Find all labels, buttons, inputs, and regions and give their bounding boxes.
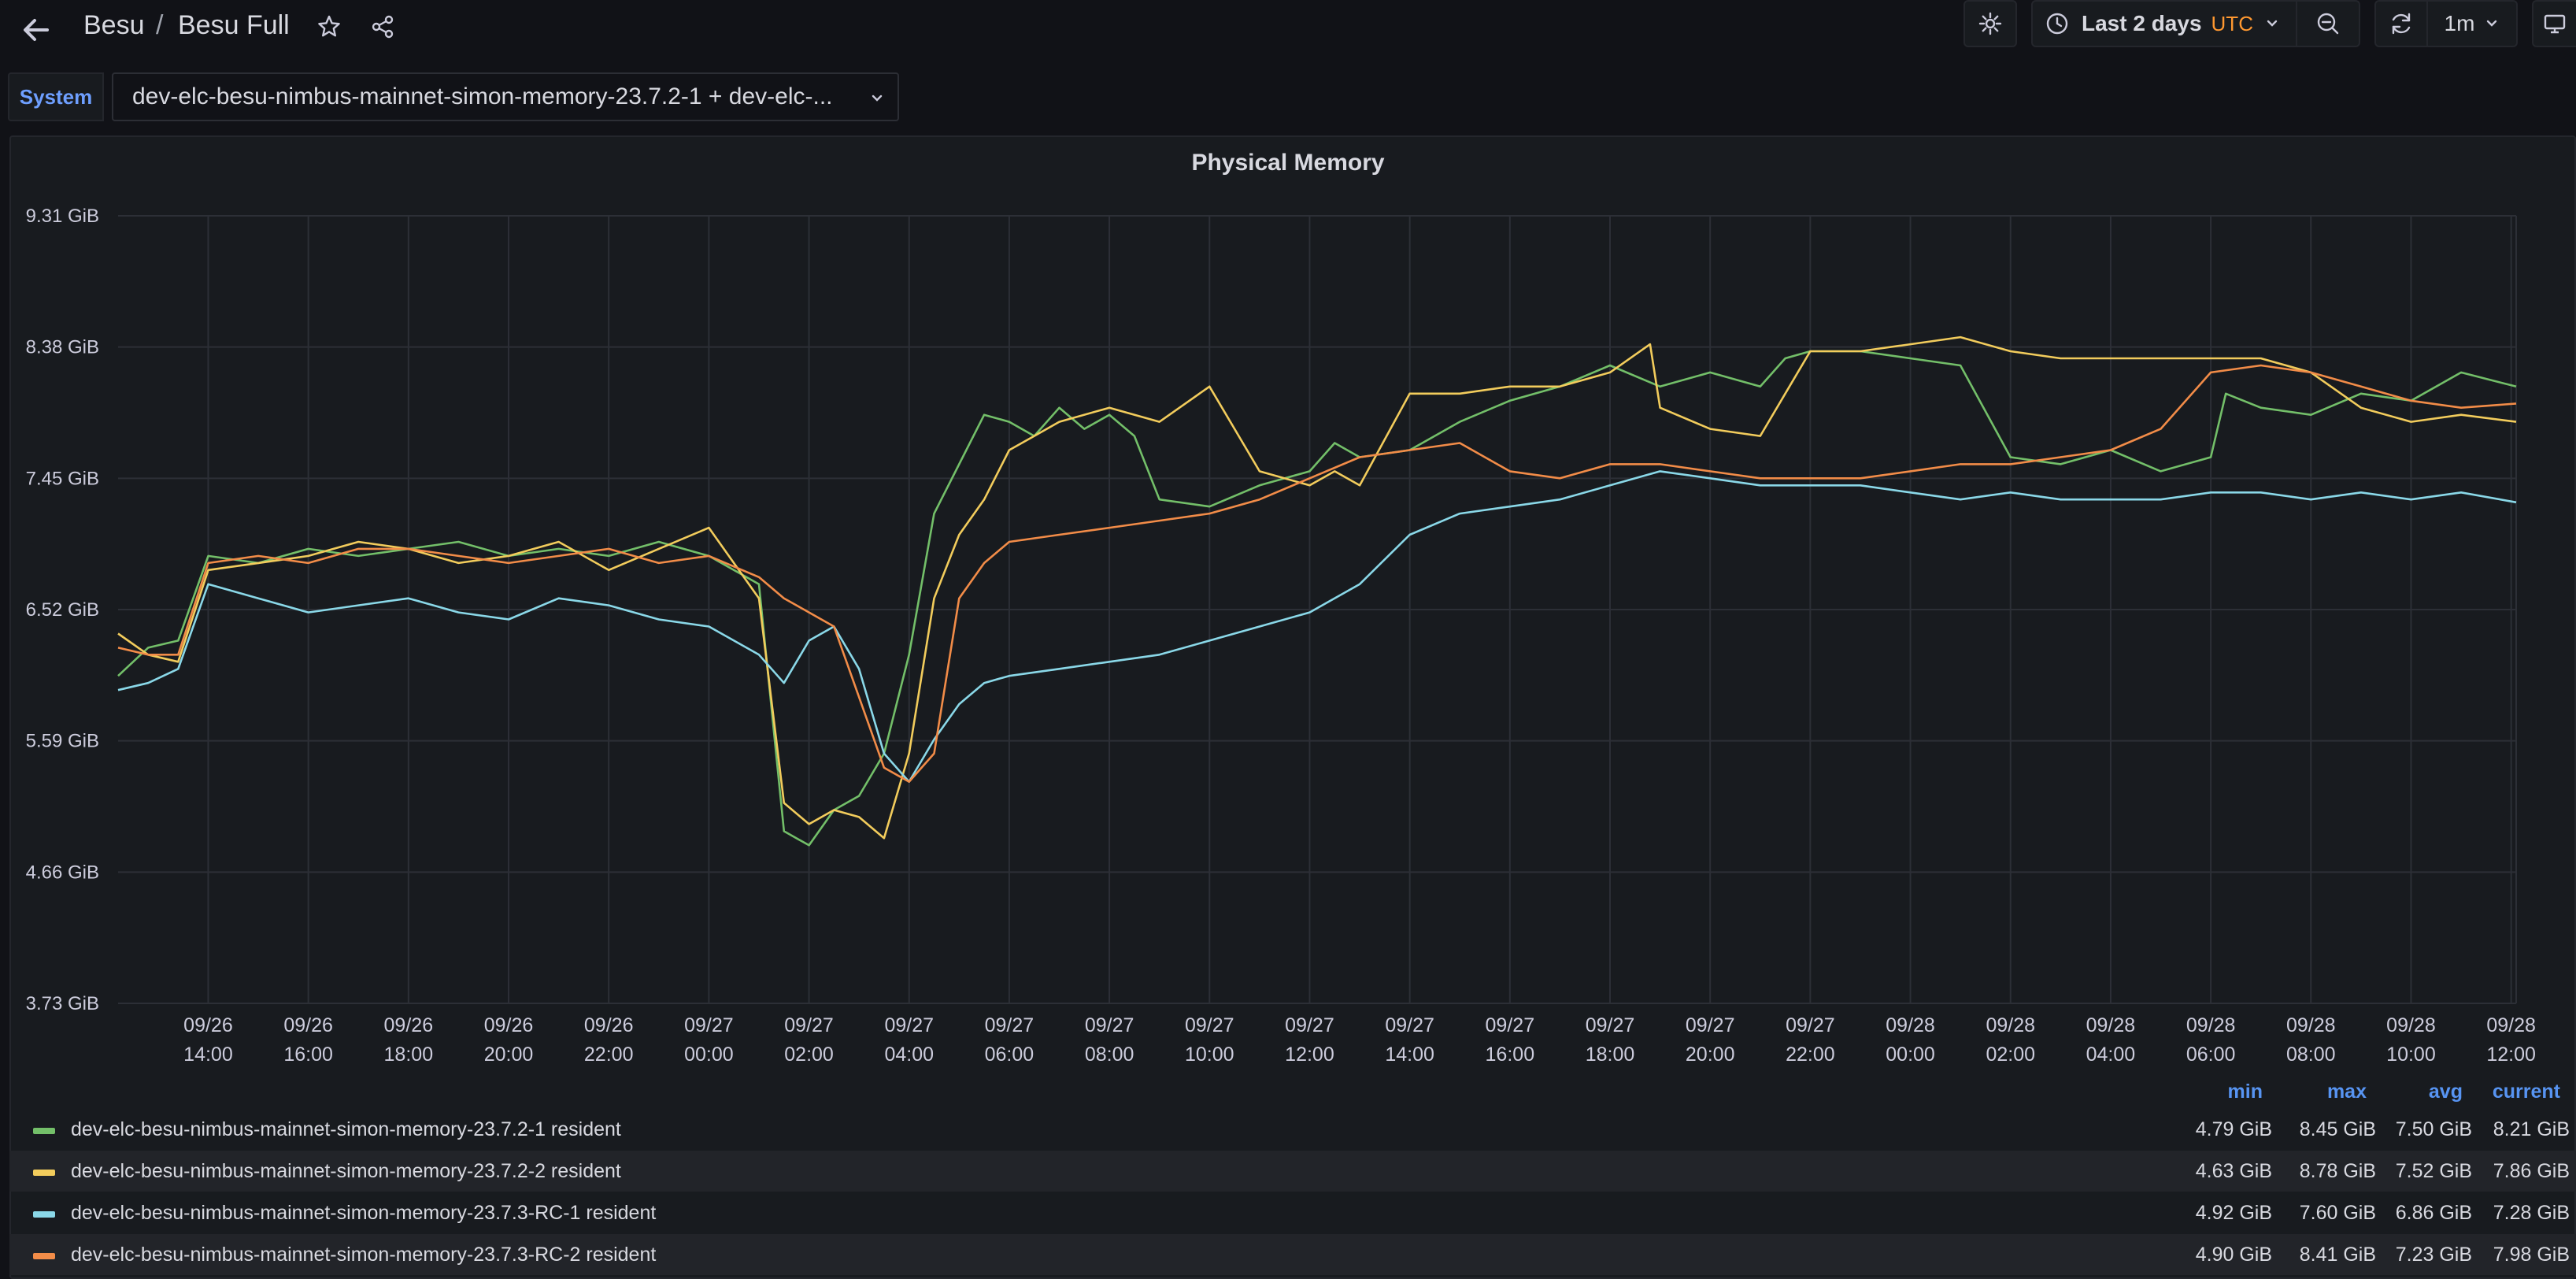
series-line-3[interactable] [117, 470, 2517, 783]
x-tick-date-label: 09/26 [584, 1014, 634, 1036]
x-tick-time-label: 20:00 [484, 1044, 534, 1066]
x-tick-time-label: 20:00 [1686, 1044, 1735, 1066]
x-tick-time-label: 16:00 [1486, 1044, 1535, 1066]
legend-series-name: dev-elc-besu-nimbus-mainnet-simon-memory… [71, 1244, 657, 1266]
legend-value-max: 8.45 GiB [2299, 1118, 2376, 1140]
x-tick-date-label: 09/27 [985, 1014, 1034, 1036]
legend-series-name: dev-elc-besu-nimbus-mainnet-simon-memory… [71, 1202, 657, 1224]
x-tick-date-label: 09/28 [2186, 1014, 2236, 1036]
x-tick-date-label: 09/27 [684, 1014, 734, 1036]
x-tick-time-label: 00:00 [684, 1044, 734, 1066]
x-tick-time-label: 02:00 [784, 1044, 834, 1066]
legend-value-avg: 6.86 GiB [2395, 1202, 2472, 1224]
legend-color-swatch[interactable] [33, 1170, 55, 1176]
legend-value-avg: 7.23 GiB [2395, 1244, 2472, 1266]
legend-value-current: 7.86 GiB [2493, 1160, 2570, 1182]
legend-header-current[interactable]: current [2493, 1081, 2560, 1103]
legend-value-max: 8.78 GiB [2299, 1160, 2376, 1182]
x-tick-time-label: 00:00 [1886, 1044, 1935, 1066]
x-tick-time-label: 16:00 [283, 1044, 333, 1066]
x-tick-date-label: 09/28 [2386, 1014, 2436, 1036]
x-tick-time-label: 08:00 [1085, 1044, 1134, 1066]
x-tick-time-label: 06:00 [985, 1044, 1034, 1066]
x-tick-date-label: 09/26 [384, 1014, 434, 1036]
x-tick-time-label: 12:00 [1285, 1044, 1334, 1066]
y-tick-label: 4.66 GiB [26, 862, 99, 883]
y-tick-label: 7.45 GiB [26, 468, 99, 489]
x-tick-date-label: 09/26 [484, 1014, 534, 1036]
x-tick-time-label: 02:00 [1986, 1044, 2035, 1066]
x-tick-date-label: 09/27 [1786, 1014, 1835, 1036]
legend-value-current: 7.98 GiB [2493, 1244, 2570, 1266]
legend-value-current: 8.21 GiB [2493, 1118, 2570, 1140]
legend-row[interactable]: dev-elc-besu-nimbus-mainnet-simon-memory… [9, 1192, 2576, 1233]
legend-color-swatch[interactable] [33, 1253, 55, 1259]
y-tick-label: 3.73 GiB [26, 993, 99, 1014]
x-tick-date-label: 09/27 [884, 1014, 934, 1036]
legend-value-avg: 7.50 GiB [2395, 1118, 2472, 1140]
x-tick-time-label: 14:00 [1385, 1044, 1434, 1066]
y-tick-label: 9.31 GiB [26, 206, 99, 227]
x-tick-time-label: 18:00 [1586, 1044, 1635, 1066]
y-tick-label: 5.59 GiB [26, 731, 99, 752]
legend-color-swatch[interactable] [33, 1211, 55, 1218]
legend-header-max[interactable]: max [2327, 1081, 2367, 1103]
x-tick-date-label: 09/27 [1285, 1014, 1334, 1036]
x-tick-time-label: 10:00 [1185, 1044, 1234, 1066]
legend-row[interactable]: dev-elc-besu-nimbus-mainnet-simon-memory… [9, 1109, 2576, 1150]
x-tick-date-label: 09/26 [283, 1014, 333, 1036]
x-tick-time-label: 14:00 [183, 1044, 233, 1066]
x-tick-time-label: 04:00 [2086, 1044, 2136, 1066]
y-tick-label: 6.52 GiB [26, 599, 99, 621]
legend-value-min: 4.63 GiB [2195, 1160, 2272, 1182]
legend-series-name: dev-elc-besu-nimbus-mainnet-simon-memory… [71, 1118, 621, 1140]
legend-value-max: 7.60 GiB [2299, 1202, 2376, 1224]
series-line-4[interactable] [117, 364, 2517, 783]
legend-row[interactable]: dev-elc-besu-nimbus-mainnet-simon-memory… [9, 1234, 2576, 1275]
physical-memory-chart[interactable]: 9.31 GiB 8.38 GiB 7.45 GiB 6.52 GiB 5.59 GiB… [0, 0, 2576, 1071]
legend-value-avg: 7.52 GiB [2395, 1160, 2472, 1182]
x-tick-time-label: 04:00 [884, 1044, 934, 1066]
x-tick-date-label: 09/28 [2486, 1014, 2536, 1036]
x-tick-date-label: 09/27 [784, 1014, 834, 1036]
x-tick-time-label: 10:00 [2386, 1044, 2436, 1066]
x-tick-time-label: 08:00 [2286, 1044, 2336, 1066]
x-tick-date-label: 09/27 [1385, 1014, 1434, 1036]
legend-value-min: 4.79 GiB [2195, 1118, 2272, 1140]
legend-row[interactable]: dev-elc-besu-nimbus-mainnet-simon-memory… [9, 1151, 2576, 1192]
x-tick-time-label: 12:00 [2486, 1044, 2536, 1066]
x-tick-date-label: 09/28 [1986, 1014, 2035, 1036]
legend-color-swatch[interactable] [33, 1128, 55, 1134]
legend-header-avg[interactable]: avg [2429, 1081, 2463, 1103]
legend-value-max: 8.41 GiB [2299, 1244, 2376, 1266]
x-tick-date-label: 09/28 [1886, 1014, 1935, 1036]
x-tick-time-label: 22:00 [584, 1044, 634, 1066]
x-tick-date-label: 09/27 [1185, 1014, 1234, 1036]
x-tick-time-label: 06:00 [2186, 1044, 2236, 1066]
x-tick-date-label: 09/27 [1486, 1014, 1535, 1036]
x-tick-time-label: 18:00 [384, 1044, 434, 1066]
x-tick-date-label: 09/28 [2286, 1014, 2336, 1036]
legend-value-min: 4.92 GiB [2195, 1202, 2272, 1224]
x-tick-date-label: 09/27 [1586, 1014, 1635, 1036]
y-tick-label: 8.38 GiB [26, 337, 99, 358]
x-tick-date-label: 09/27 [1686, 1014, 1735, 1036]
series-line-2[interactable] [117, 336, 2517, 840]
x-tick-time-label: 22:00 [1786, 1044, 1835, 1066]
legend-header-min[interactable]: min [2228, 1081, 2263, 1103]
legend-value-min: 4.90 GiB [2195, 1244, 2272, 1266]
legend-value-current: 7.28 GiB [2493, 1202, 2570, 1224]
x-tick-date-label: 09/26 [183, 1014, 233, 1036]
legend-series-name: dev-elc-besu-nimbus-mainnet-simon-memory… [71, 1160, 621, 1182]
x-tick-date-label: 09/28 [2086, 1014, 2136, 1036]
x-tick-date-label: 09/27 [1085, 1014, 1134, 1036]
series-line-1[interactable] [117, 350, 2517, 847]
